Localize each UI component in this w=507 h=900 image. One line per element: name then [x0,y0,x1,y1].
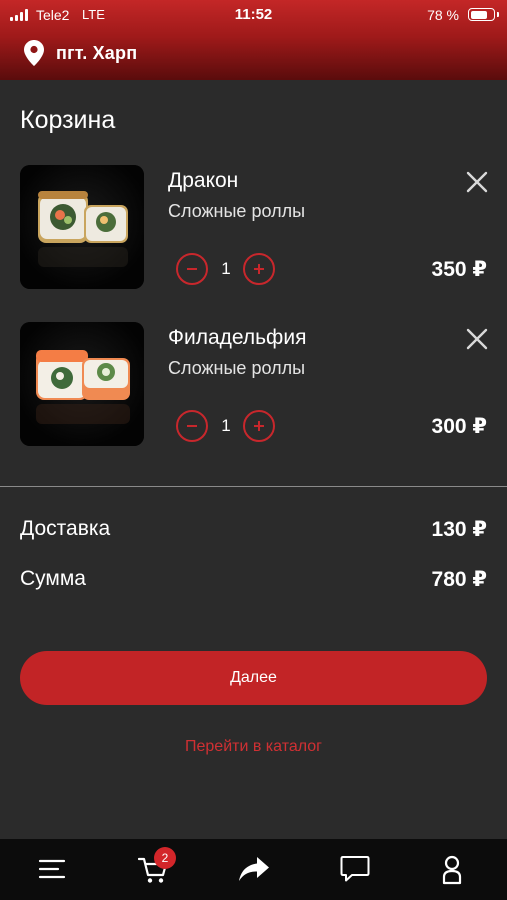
cart-item: Филадельфия Сложные роллы 1 300 ₽ [0,322,507,446]
app-header: Tele2 LTE 11:52 78 % пгт. Харп [0,0,507,80]
quantity-stepper: 1 [176,253,276,285]
item-name: Дракон [168,169,239,192]
divider [0,486,507,487]
item-name: Филадельфия [168,326,307,349]
delivery-row: Доставка 130 ₽ [20,517,487,547]
battery-icon [468,8,499,21]
location-selector[interactable]: пгт. Харп [24,40,137,66]
menu-icon [38,859,66,879]
item-price: 300 ₽ [431,415,487,438]
decrease-quantity-button[interactable] [176,253,208,285]
go-to-catalog-link[interactable]: Перейти в каталог [0,738,507,756]
dragon-roll-image [20,165,144,289]
close-icon [466,171,488,193]
tab-cart[interactable]: 2 [122,839,182,900]
cart-badge: 2 [154,847,176,869]
delivery-value: 130 ₽ [431,518,487,541]
share-arrow-icon [239,857,269,881]
total-label: Сумма [20,567,86,590]
map-pin-icon [24,40,44,66]
tab-menu[interactable] [22,839,82,900]
quantity-stepper: 1 [176,410,276,442]
increase-quantity-button[interactable] [243,253,275,285]
increase-quantity-button[interactable] [243,410,275,442]
chat-icon [340,856,370,882]
page-title: Корзина [20,106,116,134]
item-price: 350 ₽ [431,258,487,281]
quantity-value: 1 [221,416,231,435]
philadelphia-roll-image [20,322,144,446]
profile-icon [442,855,462,885]
location-city: пгт. Харп [56,42,138,63]
next-button[interactable]: Далее [20,651,487,705]
remove-item-button[interactable] [464,326,490,352]
delivery-label: Доставка [20,517,111,540]
item-category: Сложные роллы [168,358,306,378]
item-category: Сложные роллы [168,201,306,221]
decrease-quantity-button[interactable] [176,410,208,442]
cart-item: Дракон Сложные роллы 1 350 ₽ [0,165,507,289]
close-icon [466,328,488,350]
tab-chat[interactable] [324,839,384,900]
remove-item-button[interactable] [464,169,490,195]
quantity-value: 1 [221,259,231,278]
status-bar: Tele2 LTE 11:52 78 % [0,0,507,30]
total-value: 780 ₽ [431,568,487,591]
battery-percent: 78 % [427,7,459,23]
bottom-tab-bar: 2 [0,839,507,900]
tab-share[interactable] [222,839,282,900]
tab-profile[interactable] [424,839,484,900]
total-row: Сумма 780 ₽ [20,567,487,597]
